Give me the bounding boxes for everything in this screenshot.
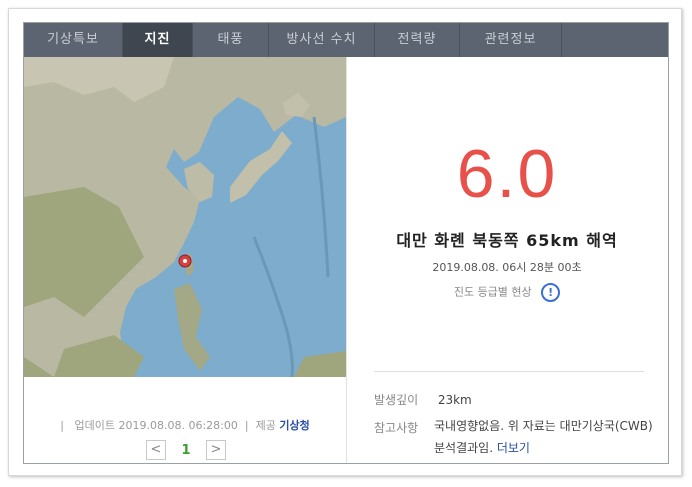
depth-value: 23km bbox=[437, 393, 472, 407]
tab-bar: 기상특보 지진 태풍 방사선 수치 전력량 관련정보 bbox=[24, 23, 668, 57]
tab-typhoon[interactable]: 태풍 bbox=[193, 23, 269, 57]
earthquake-widget: 기상특보 지진 태풍 방사선 수치 전력량 관련정보 | 업데이트 2019.0… bbox=[23, 22, 669, 464]
location-pin-icon[interactable] bbox=[178, 253, 192, 268]
tab-earthquake[interactable]: 지진 bbox=[123, 23, 193, 57]
pagination: < 1 > bbox=[146, 439, 226, 461]
notes-text: 국내영향없음. 위 자료는 대만기상국(CWB) 분석결과임. bbox=[434, 419, 653, 455]
depth-label: 발생깊이 bbox=[374, 393, 419, 407]
tab-power[interactable]: 전력량 bbox=[375, 23, 460, 57]
tab-weather-warning[interactable]: 기상특보 bbox=[24, 23, 123, 57]
magnitude-value: 6.0 bbox=[456, 136, 558, 212]
horizontal-divider bbox=[374, 371, 644, 372]
update-prefix: 업데이트 bbox=[74, 419, 115, 432]
page-number: 1 bbox=[181, 442, 191, 458]
occurrence-time: 2019.08.08. 06시 28분 00초 bbox=[432, 261, 582, 274]
earthquake-details: 6.0 대만 화롄 북동쪽 65km 해역 2019.08.08. 06시 28… bbox=[346, 57, 668, 463]
depth-row: 발생깊이 23km bbox=[374, 391, 472, 408]
intensity-label[interactable]: 진도 등급별 현상 bbox=[454, 286, 532, 299]
update-line: | 업데이트 2019.08.08. 06:28:00 | 제공 기상청 bbox=[60, 419, 310, 432]
info-icon[interactable]: ! bbox=[541, 283, 561, 302]
intensity-info: 진도 등급별 현상 ! bbox=[346, 283, 668, 302]
notes-label: 참고사항 bbox=[374, 421, 419, 435]
tab-radiation[interactable]: 방사선 수치 bbox=[269, 23, 375, 57]
next-page-button[interactable]: > bbox=[205, 440, 226, 460]
provider-name[interactable]: 기상청 bbox=[279, 419, 309, 432]
notes-text-block: 국내영향없음. 위 자료는 대만기상국(CWB) 분석결과임. 더보기 bbox=[434, 415, 654, 459]
map-graphic bbox=[24, 57, 346, 377]
more-link[interactable]: 더보기 bbox=[497, 441, 530, 455]
tab-related-info[interactable]: 관련정보 bbox=[460, 23, 562, 57]
epicenter-location: 대만 화롄 북동쪽 65km 해역 bbox=[396, 231, 618, 250]
prev-page-button[interactable]: < bbox=[146, 440, 166, 460]
epicenter-map[interactable] bbox=[24, 57, 346, 377]
update-time: 2019.08.08. 06:28:00 bbox=[118, 419, 238, 432]
map-footer: | 업데이트 2019.08.08. 06:28:00 | 제공 기상청 < 1… bbox=[24, 377, 346, 463]
notes-row: 참고사항 bbox=[374, 419, 434, 436]
provider-prefix: 제공 bbox=[255, 419, 276, 432]
